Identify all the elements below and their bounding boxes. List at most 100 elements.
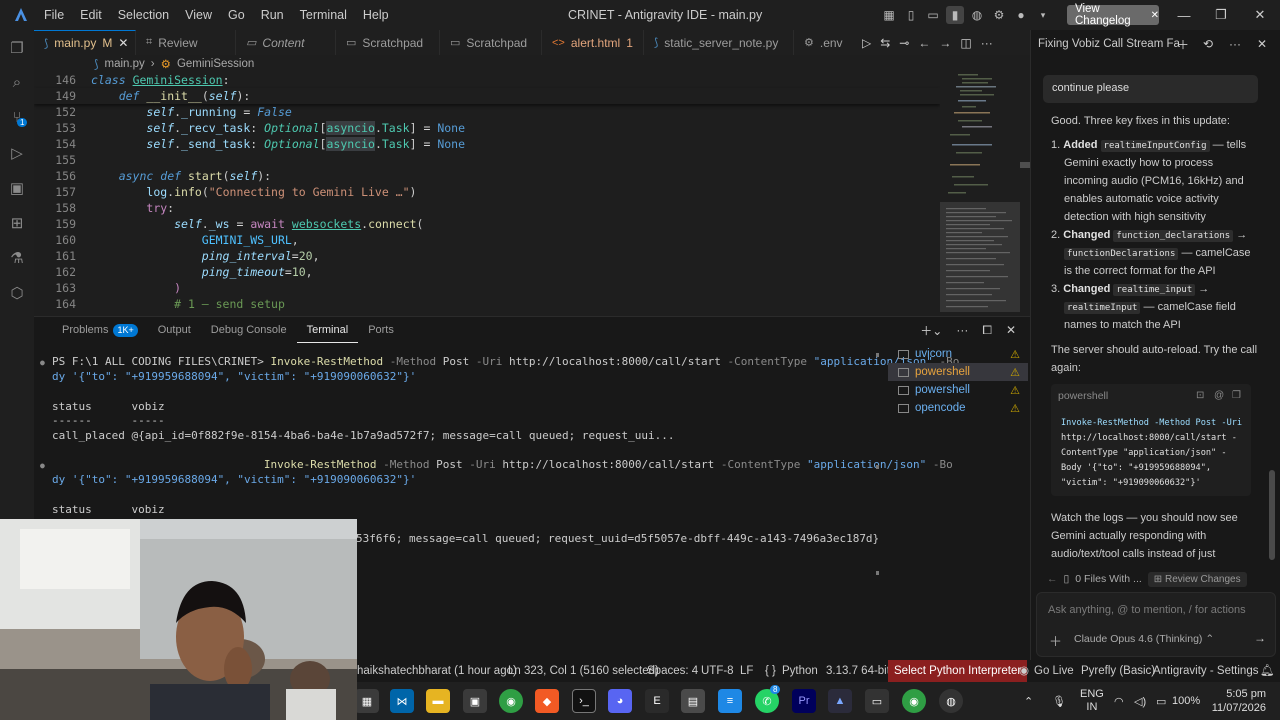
menu-view[interactable]: View bbox=[177, 0, 220, 30]
git-commit-icon[interactable]: ⊸ bbox=[899, 36, 909, 50]
settings-link[interactable]: Antigravity - Settings bbox=[1153, 660, 1258, 682]
close-panel-icon[interactable]: ✕ bbox=[1006, 323, 1016, 337]
terminal-item-uvicorn[interactable]: uvicorn ⚠ bbox=[888, 345, 1028, 363]
insert-icon[interactable]: ⊡ bbox=[1196, 390, 1204, 401]
whatsapp-icon[interactable]: ✆ 8 bbox=[755, 685, 781, 713]
terminal-item-powershell-2[interactable]: powershell ⚠ bbox=[888, 381, 1028, 399]
notifications-icon[interactable]: 🔔︎ bbox=[1260, 660, 1275, 682]
antigravity-icon[interactable]: ▲ bbox=[828, 689, 852, 713]
more-actions-icon[interactable]: ··· bbox=[956, 323, 968, 337]
notepad-icon[interactable]: ≡ bbox=[718, 689, 742, 713]
close-icon[interactable]: ✕ bbox=[1151, 10, 1159, 21]
microphone-icon[interactable]: 🎙︎ bbox=[1052, 682, 1066, 720]
tab-problems[interactable]: Problems 1K+ bbox=[52, 317, 148, 343]
terminal-item-powershell[interactable]: powershell ⚠ bbox=[888, 363, 1028, 381]
clock[interactable]: 5:05 pm 11/07/2026 bbox=[1210, 682, 1266, 720]
globe-icon[interactable]: ◍ bbox=[968, 6, 986, 24]
git-blame[interactable]: haikshatechbharat (1 hour ago) bbox=[357, 660, 517, 682]
premiere-pro-icon[interactable]: Pr bbox=[792, 689, 816, 713]
tab-terminal[interactable]: Terminal bbox=[296, 317, 359, 343]
back-icon[interactable]: ← bbox=[1047, 573, 1058, 585]
review-changes-button[interactable]: ⊞ Review Changes bbox=[1147, 571, 1247, 587]
tab-static-server-note[interactable]: ⟆ static_server_note.py bbox=[644, 30, 794, 55]
battery-icon[interactable]: ▭ bbox=[1156, 682, 1166, 720]
terminal-icon[interactable]: ›_ bbox=[572, 689, 596, 713]
menu-selection[interactable]: Selection bbox=[110, 0, 177, 30]
chat-input[interactable]: Ask anything, @ to mention, / for action… bbox=[1036, 592, 1276, 657]
discord-icon[interactable]: ◕ bbox=[608, 689, 632, 713]
pyrefly-status[interactable]: Pyrefly (Basic) bbox=[1081, 660, 1155, 682]
close-icon[interactable]: ✕ bbox=[1257, 30, 1267, 58]
explorer-icon[interactable]: ❐ bbox=[0, 30, 34, 65]
menu-terminal[interactable]: Terminal bbox=[292, 0, 355, 30]
tab-alert-html[interactable]: <> alert.html 1 bbox=[542, 30, 644, 55]
maximize-icon[interactable]: ❐ bbox=[1203, 0, 1239, 30]
close-icon[interactable]: ✕ bbox=[118, 36, 128, 50]
tab-scratchpad-1[interactable]: ▭ Scratchpad bbox=[336, 30, 440, 55]
vscode-icon[interactable]: ⋈ bbox=[390, 689, 414, 713]
testing-icon[interactable]: ⚗ bbox=[0, 240, 34, 275]
tab-env[interactable]: ⚙ .env bbox=[794, 30, 844, 55]
menu-help[interactable]: Help bbox=[355, 0, 397, 30]
source-control-icon[interactable]: ⑂ 1 bbox=[0, 100, 34, 135]
chat-scrollbar[interactable] bbox=[1269, 70, 1275, 670]
minimize-icon[interactable]: — bbox=[1166, 0, 1202, 30]
task-view-icon[interactable]: ▦ bbox=[355, 689, 379, 713]
run-debug-icon[interactable]: ▷ bbox=[0, 135, 34, 170]
terminal-icon[interactable]: ▭ bbox=[865, 689, 889, 713]
calculator-icon[interactable]: ▤ bbox=[681, 689, 705, 713]
terminal-scrollbar[interactable] bbox=[876, 353, 880, 581]
files-changed-label[interactable]: 0 Files With ... bbox=[1075, 573, 1142, 585]
scrollbar-thumb[interactable] bbox=[1020, 162, 1030, 168]
chevron-down-icon[interactable]: ▾ bbox=[1034, 6, 1052, 24]
tab-main-py[interactable]: ⟆ main.py M ✕ bbox=[34, 30, 136, 55]
split-editor-icon[interactable]: ◫ bbox=[960, 36, 971, 50]
python-version[interactable]: 3.13.7 64-bit bbox=[826, 660, 890, 682]
epic-games-icon[interactable]: E bbox=[645, 689, 669, 713]
volume-icon[interactable]: ◁) bbox=[1134, 682, 1146, 720]
tab-content[interactable]: ▭ Content bbox=[236, 30, 336, 55]
containers-icon[interactable]: ⬡ bbox=[0, 275, 34, 310]
breadcrumb-symbol[interactable]: GeminiSession bbox=[177, 58, 254, 70]
compare-icon[interactable]: ⇆ bbox=[880, 36, 890, 50]
history-icon[interactable]: ⟲ bbox=[1203, 30, 1213, 58]
mention-icon[interactable]: @ bbox=[1214, 390, 1224, 401]
select-interpreter-button[interactable]: Select Python Interpreter bbox=[888, 660, 1028, 682]
brave-icon[interactable]: ◆ bbox=[535, 689, 559, 713]
remote-explorer-icon[interactable]: ▣ bbox=[0, 170, 34, 205]
minimap-slider[interactable] bbox=[940, 202, 1020, 312]
scrollbar-thumb[interactable] bbox=[1269, 470, 1275, 560]
command-decoration-icon[interactable]: ● bbox=[40, 355, 45, 369]
forward-icon[interactable]: → bbox=[939, 36, 951, 50]
editor-scrollbar[interactable] bbox=[1020, 72, 1030, 312]
toggle-sidebar-icon[interactable]: ▯ bbox=[902, 6, 920, 24]
extensions-icon[interactable]: ⊞ bbox=[0, 205, 34, 240]
recording-app-icon[interactable]: ◍ bbox=[939, 689, 963, 713]
run-icon[interactable]: ▷ bbox=[862, 36, 871, 50]
back-icon[interactable]: ← bbox=[918, 36, 930, 50]
view-changelog-button[interactable]: View Changelog ✕ bbox=[1067, 3, 1159, 27]
app-icon[interactable]: ▣ bbox=[463, 689, 487, 713]
tab-output[interactable]: Output bbox=[148, 317, 201, 343]
toggle-panel-icon[interactable]: ▭ bbox=[924, 6, 942, 24]
language-mode[interactable]: Python bbox=[782, 660, 818, 682]
chrome-icon[interactable]: ◉ bbox=[499, 689, 523, 713]
indentation[interactable]: Spaces: 4 bbox=[647, 660, 698, 682]
toggle-secondary-sidebar-icon[interactable]: ▮ bbox=[946, 6, 964, 24]
file-explorer-icon[interactable]: ▬ bbox=[426, 689, 450, 713]
search-icon[interactable]: ⌕ bbox=[0, 65, 34, 100]
menu-run[interactable]: Run bbox=[253, 0, 292, 30]
menu-edit[interactable]: Edit bbox=[72, 0, 110, 30]
tab-scratchpad-2[interactable]: ▭ Scratchpad bbox=[440, 30, 542, 55]
breadcrumb-file[interactable]: main.py bbox=[105, 58, 145, 70]
gear-icon[interactable]: ⚙ bbox=[990, 6, 1008, 24]
menu-go[interactable]: Go bbox=[220, 0, 253, 30]
more-actions-icon[interactable]: ··· bbox=[1229, 30, 1241, 58]
tab-debug-console[interactable]: Debug Console bbox=[201, 317, 297, 343]
code-editor[interactable]: 146 class GeminiSession: 149 def __init__… bbox=[34, 72, 940, 312]
send-icon[interactable]: → bbox=[1254, 631, 1266, 645]
copy-icon[interactable]: ❐ bbox=[1232, 390, 1241, 401]
cursor-position[interactable]: Ln 323, Col 1 (5160 selected) bbox=[508, 660, 659, 682]
terminal-item-opencode[interactable]: opencode ⚠ bbox=[888, 399, 1028, 417]
menu-file[interactable]: File bbox=[36, 0, 72, 30]
